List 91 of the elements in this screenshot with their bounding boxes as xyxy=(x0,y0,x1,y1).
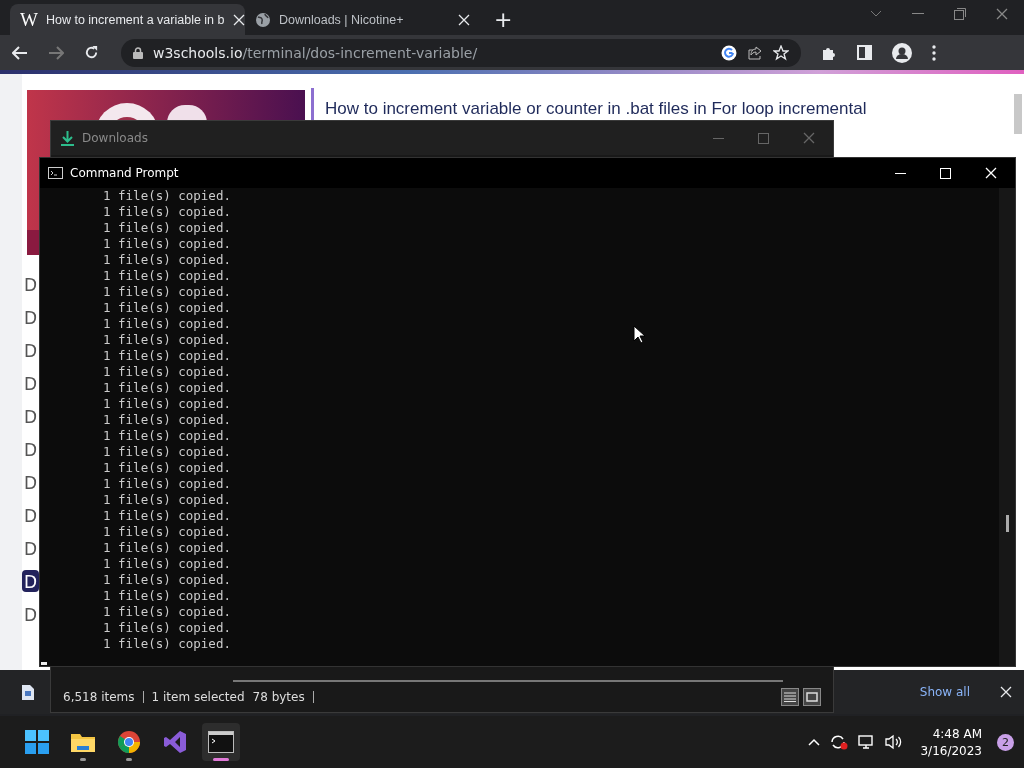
profile-icon[interactable] xyxy=(892,42,912,63)
console-line: 1 file(s) copied. xyxy=(103,492,231,508)
side-panel-icon[interactable] xyxy=(857,45,872,60)
console-line: 1 file(s) copied. xyxy=(103,220,231,236)
text-cursor xyxy=(41,662,47,665)
star-icon[interactable] xyxy=(773,44,789,61)
console-line: 1 file(s) copied. xyxy=(103,396,231,412)
console-line: 1 file(s) copied. xyxy=(103,268,231,284)
show-all-link[interactable]: Show all xyxy=(913,684,976,700)
minimize-icon[interactable] xyxy=(895,172,906,174)
clock[interactable]: 4:48 AM 3/16/2023 xyxy=(920,726,982,758)
console-line: 1 file(s) copied. xyxy=(103,588,231,604)
console-line: 1 file(s) copied. xyxy=(103,204,231,220)
sidebar-item[interactable]: D xyxy=(22,471,39,493)
sidebar-item[interactable]: D xyxy=(22,339,39,361)
lock-icon xyxy=(133,46,143,59)
console-line: 1 file(s) copied. xyxy=(103,284,231,300)
console-line: 1 file(s) copied. xyxy=(103,556,231,572)
console-line: 1 file(s) copied. xyxy=(103,444,231,460)
console-line: 1 file(s) copied. xyxy=(103,572,231,588)
console-line: 1 file(s) copied. xyxy=(103,236,231,252)
browser-tab[interactable]: Downloads | Nicotine+ xyxy=(245,4,480,35)
new-tab-button[interactable]: + xyxy=(494,9,513,31)
console-line: 1 file(s) copied. xyxy=(103,412,231,428)
close-download-bar-icon[interactable] xyxy=(1000,686,1012,698)
scrollbar[interactable] xyxy=(999,188,1015,666)
console-line: 1 file(s) copied. xyxy=(103,364,231,380)
console-line: 1 file(s) copied. xyxy=(103,620,231,636)
console-line: 1 file(s) copied. xyxy=(103,604,231,620)
share-icon[interactable] xyxy=(747,44,763,61)
back-icon[interactable] xyxy=(12,45,28,60)
folder-icon xyxy=(70,731,96,753)
menu-icon[interactable] xyxy=(932,44,936,61)
globe-icon xyxy=(255,11,271,28)
scrollbar-thumb[interactable] xyxy=(1014,94,1022,134)
console-line: 1 file(s) copied. xyxy=(103,348,231,364)
forward-icon[interactable] xyxy=(48,45,64,60)
windows-logo-icon xyxy=(25,730,49,754)
sidebar-item[interactable]: D xyxy=(22,438,39,460)
visual-studio-icon xyxy=(163,730,187,754)
sidebar-item[interactable]: D xyxy=(22,306,39,328)
reload-icon[interactable] xyxy=(84,45,99,60)
taskbar-button[interactable] xyxy=(202,723,240,761)
restore-icon[interactable] xyxy=(954,7,966,20)
browser-tab[interactable]: W How to increment a variable in b xyxy=(10,4,245,35)
mouse-pointer-icon xyxy=(633,325,645,344)
sidebar-item[interactable]: D xyxy=(22,570,39,592)
chrome-icon xyxy=(117,730,141,754)
console-line: 1 file(s) copied. xyxy=(103,428,231,444)
console-line: 1 file(s) copied. xyxy=(103,252,231,268)
close-tab-icon[interactable] xyxy=(458,13,470,26)
google-icon[interactable] xyxy=(721,44,737,61)
console-line: 1 file(s) copied. xyxy=(103,508,231,524)
address-bar[interactable]: w3schools.io/terminal/dos-increment-variable/ xyxy=(121,38,801,67)
console-line: 1 file(s) copied. xyxy=(103,540,231,556)
tab-favicon: W xyxy=(20,8,38,31)
console-line: 1 file(s) copied. xyxy=(103,300,231,316)
console-line: 1 file(s) copied. xyxy=(103,188,231,204)
download-icon xyxy=(61,130,74,146)
sidebar-item[interactable]: D xyxy=(22,273,39,295)
sidebar-item[interactable]: D xyxy=(22,504,39,526)
console-line: 1 file(s) copied. xyxy=(103,332,231,348)
chevron-up-icon[interactable] xyxy=(808,738,821,746)
article-title: How to increment variable or counter in .bat files in For loop incremental xyxy=(325,99,867,119)
sidebar-item[interactable]: D xyxy=(22,603,39,625)
sidebar-item[interactable]: D xyxy=(22,405,39,427)
console-line: 1 file(s) copied. xyxy=(103,460,231,476)
thumbnail-view-button[interactable] xyxy=(803,688,821,706)
console-line: 1 file(s) copied. xyxy=(103,316,231,332)
window-title: Command Prompt xyxy=(70,166,179,180)
console-line: 1 file(s) copied. xyxy=(103,380,231,396)
file-icon[interactable] xyxy=(22,684,34,700)
details-view-button[interactable] xyxy=(781,688,799,706)
chevron-down-icon[interactable] xyxy=(870,9,882,18)
selection-count: 1 item selected xyxy=(151,690,245,704)
console-icon xyxy=(48,167,63,179)
terminal-icon xyxy=(208,731,234,753)
window-title: Downloads xyxy=(82,131,148,145)
sidebar-item[interactable]: D xyxy=(22,372,39,394)
close-tab-icon[interactable] xyxy=(232,13,245,26)
item-count: 6,518 items xyxy=(63,690,135,704)
sync-icon[interactable] xyxy=(829,733,850,751)
sidebar-item[interactable]: D xyxy=(22,537,39,559)
console-line: 1 file(s) copied. xyxy=(103,524,231,540)
date: 3/16/2023 xyxy=(920,743,982,758)
time: 4:48 AM xyxy=(932,726,982,741)
notification-badge[interactable]: 2 xyxy=(997,733,1014,751)
selection-size: 78 bytes xyxy=(252,690,305,704)
volume-icon[interactable] xyxy=(885,734,904,750)
console-line: 1 file(s) copied. xyxy=(103,476,231,492)
console-line: 1 file(s) copied. xyxy=(103,636,231,652)
